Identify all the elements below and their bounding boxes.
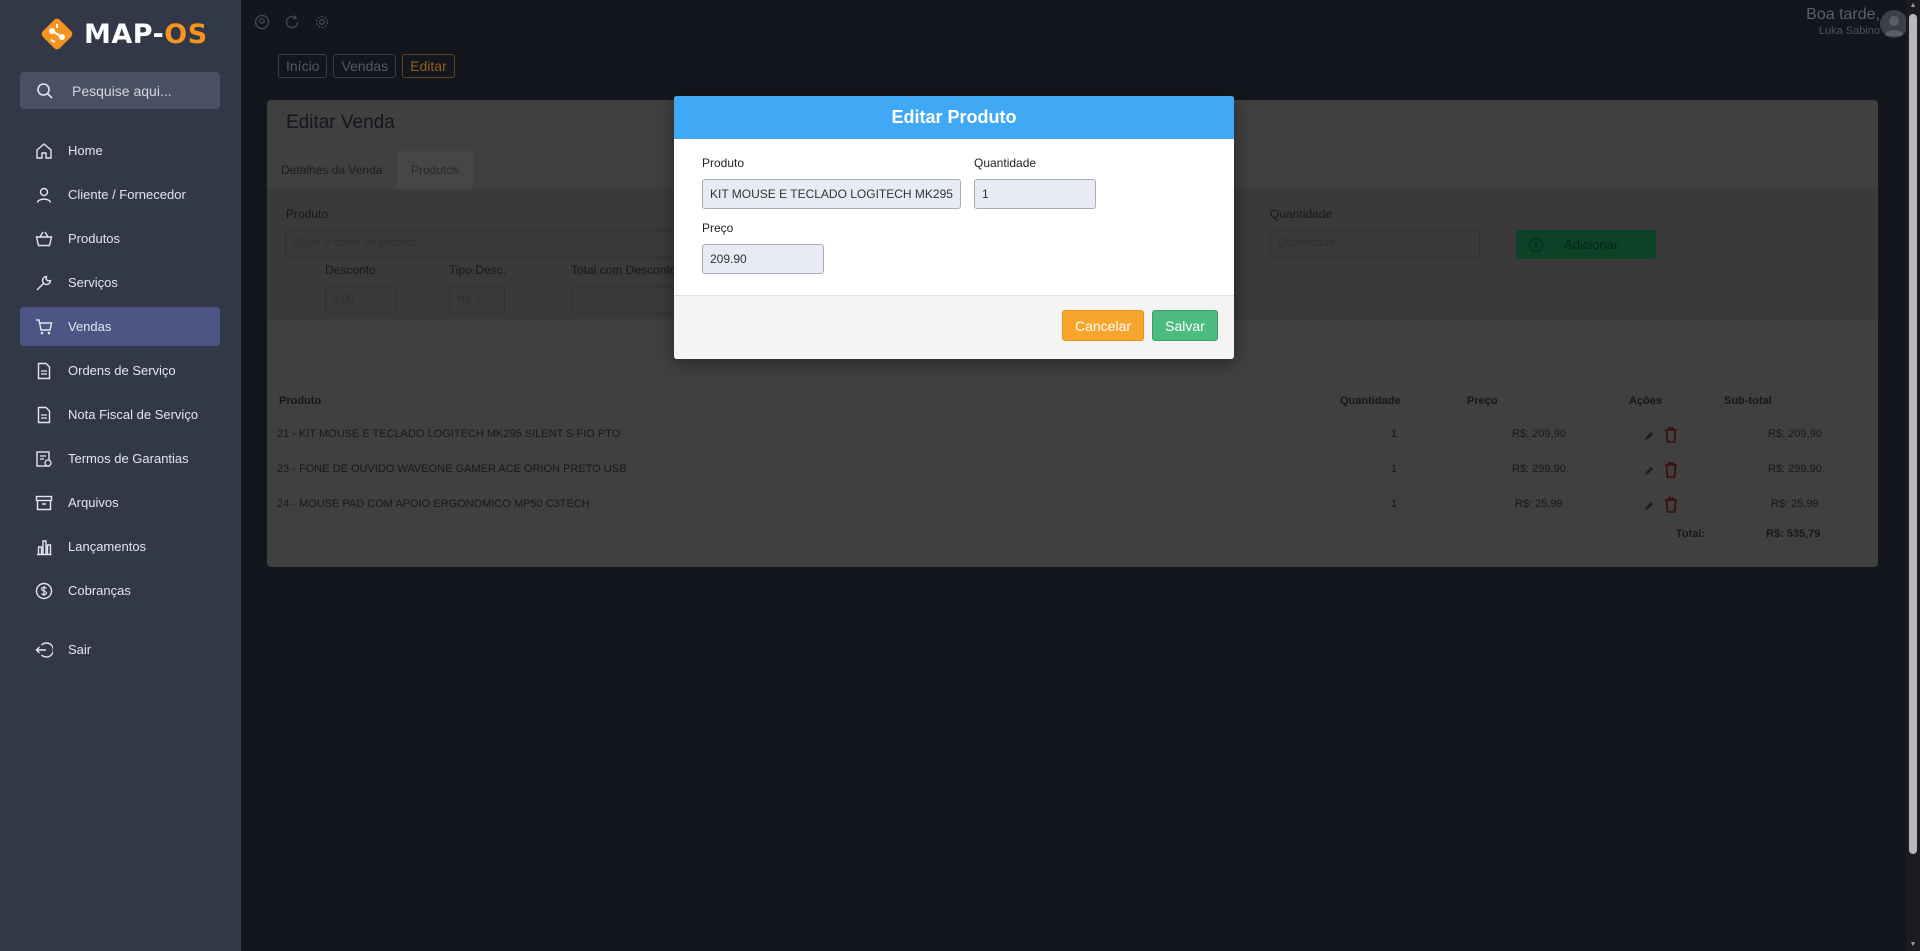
sidebar-item-label: Ordens de Serviço — [68, 363, 176, 378]
logo[interactable]: MAP-OS — [38, 14, 208, 54]
sidebar-item-label: Serviços — [68, 275, 118, 290]
archive-icon — [35, 495, 53, 510]
sidebar-item-cobrancas[interactable]: Cobranças — [20, 571, 220, 610]
search-icon — [37, 82, 53, 99]
sidebar-item-ordens[interactable]: Ordens de Serviço — [20, 351, 220, 390]
modal-title: Editar Produto — [891, 107, 1017, 127]
sidebar-item-nota-fiscal[interactable]: Nota Fiscal de Serviço — [20, 395, 220, 434]
scrollbar[interactable]: ▲ ▼ — [1906, 0, 1920, 951]
document-icon — [37, 406, 51, 423]
edit-product-modal: Editar Produto Produto Quantidade Preço … — [674, 96, 1234, 359]
modal-produto-input[interactable] — [702, 179, 961, 209]
sidebar-item-label: Vendas — [68, 319, 112, 334]
user-icon — [36, 187, 52, 203]
save-button[interactable]: Salvar — [1152, 310, 1218, 341]
modal-preco-input[interactable] — [702, 244, 824, 274]
modal-quantidade-input[interactable] — [974, 179, 1096, 209]
search-input[interactable] — [72, 82, 202, 99]
chart-icon — [37, 539, 52, 555]
sidebar-item-home[interactable]: Home — [20, 131, 220, 170]
scroll-down-arrow-icon[interactable]: ▼ — [1909, 941, 1917, 949]
sidebar-item-termos[interactable]: Termos de Garantias — [20, 439, 220, 478]
sidebar-item-arquivos[interactable]: Arquivos — [20, 483, 220, 522]
modal-quantidade-label: Quantidade — [974, 156, 1037, 170]
wrench-icon — [36, 275, 52, 290]
logout-icon — [35, 641, 53, 658]
modal-body: Produto Quantidade Preço — [674, 139, 1234, 296]
modal-produto-label: Produto — [702, 156, 745, 170]
sidebar-item-label: Nota Fiscal de Serviço — [68, 407, 199, 422]
modal-header: Editar Produto — [674, 96, 1234, 139]
dollar-icon — [35, 582, 53, 599]
logo-mark-icon — [41, 18, 73, 50]
sidebar-item-label: Arquivos — [68, 495, 119, 510]
sidebar-item-label: Termos de Garantias — [68, 451, 189, 466]
sidebar-item-servicos[interactable]: Serviços — [20, 263, 220, 302]
warranty-icon — [36, 450, 52, 467]
basket-icon — [35, 231, 53, 246]
sidebar-item-label: Cobranças — [68, 583, 131, 598]
sidebar-item-label: Cliente / Fornecedor — [68, 187, 186, 202]
sidebar-item-clientes[interactable]: Cliente / Fornecedor — [20, 175, 220, 214]
modal-preco-label: Preço — [702, 221, 734, 235]
scroll-up-arrow-icon[interactable]: ▲ — [1909, 2, 1917, 10]
sidebar-item-label: Lançamentos — [68, 539, 147, 554]
sidebar-item-vendas[interactable]: Vendas — [20, 307, 220, 346]
cart-icon — [36, 318, 53, 334]
sidebar: MAP-OS Home Cliente / Fornecedor Produto… — [0, 0, 241, 951]
home-icon — [36, 142, 52, 159]
sidebar-item-label: Sair — [68, 642, 92, 657]
scroll-thumb[interactable] — [1909, 14, 1917, 854]
sidebar-item-lancamentos[interactable]: Lançamentos — [20, 527, 220, 566]
search-box[interactable] — [20, 72, 220, 109]
sidebar-item-sair[interactable]: Sair — [20, 630, 220, 669]
sidebar-item-produtos[interactable]: Produtos — [20, 219, 220, 258]
sidebar-nav: Home Cliente / Fornecedor Produtos Servi… — [20, 131, 220, 674]
sidebar-item-label: Home — [68, 143, 103, 158]
logo-text: MAP-OS — [84, 18, 208, 50]
document-icon — [37, 362, 51, 379]
modal-footer: Cancelar Salvar — [674, 296, 1234, 359]
sidebar-item-label: Produtos — [68, 231, 121, 246]
cancel-button[interactable]: Cancelar — [1062, 310, 1144, 341]
